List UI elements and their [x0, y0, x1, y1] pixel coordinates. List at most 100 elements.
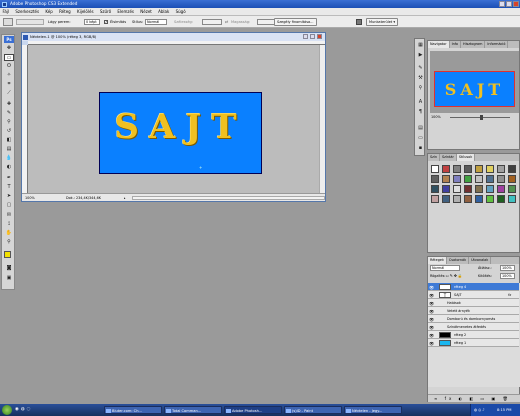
doc-size-readout[interactable]: Dok.: 234,4K/344,6K	[66, 194, 101, 202]
fill-input[interactable]: 100%	[500, 273, 515, 279]
tab-layers[interactable]: Rétegek	[428, 257, 447, 264]
crop-tool-icon[interactable]: ⌗	[4, 81, 14, 88]
workspace-button[interactable]: Munkaterület ▾	[366, 18, 399, 26]
tab-channels[interactable]: Csatornák	[447, 257, 470, 264]
history-brush-icon[interactable]: ↺	[4, 128, 14, 135]
style-swatch[interactable]	[486, 195, 494, 203]
doc-minimize-button[interactable]	[303, 34, 308, 39]
navigator-preview[interactable]: SAJT	[430, 51, 519, 113]
style-swatch[interactable]	[508, 195, 516, 203]
layer-row[interactable]: 👁 T SAJT fx	[428, 291, 519, 299]
brushes-panel-icon[interactable]: ✎	[416, 65, 426, 72]
bridge-icon[interactable]	[356, 19, 362, 25]
taskbar-button[interactable]: Adobe Photosh...	[224, 406, 282, 414]
navigator-view-box[interactable]: SAJT	[434, 71, 515, 107]
style-select[interactable]: Normál	[145, 19, 167, 25]
brush-tool-icon[interactable]: ✎	[4, 110, 14, 117]
feather-input[interactable]: 0 képt	[84, 19, 100, 25]
visibility-eye-icon[interactable]: 👁	[429, 285, 434, 290]
lasso-tool-icon[interactable]: ʘ	[4, 63, 14, 70]
style-swatch[interactable]	[464, 185, 472, 193]
move-tool-icon[interactable]: ✥	[4, 45, 14, 52]
dodge-tool-icon[interactable]: ◐	[4, 164, 14, 171]
tab-histogram[interactable]: Hisztogram	[461, 41, 486, 48]
layer-row[interactable]: 👁 réteg 2	[428, 331, 519, 339]
width-input[interactable]	[202, 19, 222, 25]
style-swatch[interactable]	[486, 185, 494, 193]
style-swatch[interactable]	[442, 175, 450, 183]
menu-help[interactable]: Súgó	[176, 9, 186, 14]
style-swatch[interactable]	[475, 165, 483, 173]
layer-effect-row[interactable]: 👁 Vetett árnyék	[428, 307, 519, 315]
style-swatch[interactable]	[475, 175, 483, 183]
style-swatch[interactable]	[497, 175, 505, 183]
tray-icons[interactable]: ◍◎♪	[474, 404, 486, 416]
style-swatch[interactable]	[497, 195, 505, 203]
pen-tool-icon[interactable]: ✒	[4, 175, 14, 182]
tab-information[interactable]: Információ	[485, 41, 509, 48]
start-button[interactable]	[2, 405, 12, 415]
menu-select[interactable]: Kijelölés	[77, 9, 94, 14]
maximize-button[interactable]	[506, 1, 512, 7]
menu-view[interactable]: Nézet	[140, 9, 152, 14]
visibility-eye-icon[interactable]: 👁	[429, 293, 434, 298]
foreground-color-swatch[interactable]	[4, 251, 11, 258]
vertical-scrollbar[interactable]	[319, 45, 325, 193]
style-swatch[interactable]	[431, 185, 439, 193]
opacity-input[interactable]: 100%	[500, 265, 515, 271]
type-tool-icon[interactable]: T	[4, 184, 14, 191]
style-swatch[interactable]	[508, 175, 516, 183]
menu-image[interactable]: Kép	[45, 9, 52, 14]
zoom-readout[interactable]: 100%	[25, 194, 35, 202]
tab-navigator[interactable]: Navigator	[428, 41, 450, 48]
style-swatch[interactable]	[475, 185, 483, 193]
eraser-tool-icon[interactable]: ◧	[4, 137, 14, 144]
visibility-eye-icon[interactable]: 👁	[429, 333, 434, 338]
tab-swatches[interactable]: Színtár	[440, 154, 457, 161]
style-swatch[interactable]	[431, 195, 439, 203]
blur-tool-icon[interactable]: 💧	[4, 155, 14, 162]
style-swatch[interactable]	[453, 165, 461, 173]
taskbar-button[interactable]: Névtelen - Jegy...	[344, 406, 402, 414]
style-swatch[interactable]	[464, 195, 472, 203]
style-swatch[interactable]	[442, 195, 450, 203]
path-select-icon[interactable]: ➤	[4, 193, 14, 200]
menu-analysis[interactable]: Elemzés	[117, 9, 134, 14]
tab-styles[interactable]: Stílusok	[456, 154, 476, 161]
measure-panel-icon[interactable]: ▪	[416, 145, 426, 152]
style-swatch[interactable]	[486, 175, 494, 183]
ps-logo-icon[interactable]: Ps	[4, 36, 14, 43]
taskbar-button[interactable]: (s)ID - Paint	[284, 406, 342, 414]
history-panel-icon[interactable]: ▦	[416, 42, 426, 49]
hand-tool-icon[interactable]: ✋	[4, 230, 14, 237]
tab-paths[interactable]: Útvonalak	[469, 257, 492, 264]
layer-comps-icon[interactable]: ▤	[416, 125, 426, 132]
visibility-eye-icon[interactable]: 👁	[429, 341, 434, 346]
tab-color[interactable]: Szín	[428, 154, 441, 161]
style-swatch[interactable]	[486, 165, 494, 173]
style-swatch[interactable]	[464, 175, 472, 183]
character-panel-icon[interactable]: A	[416, 99, 426, 106]
shape-tool-icon[interactable]: ▢	[4, 202, 14, 209]
notes-tool-icon[interactable]: ✉	[4, 212, 14, 219]
style-swatch[interactable]	[464, 165, 472, 173]
visibility-eye-icon[interactable]: 👁	[429, 309, 434, 314]
clone-source-icon[interactable]: ⚲	[416, 85, 426, 92]
style-swatch[interactable]	[431, 165, 439, 173]
menu-window[interactable]: Ablak	[158, 9, 169, 14]
menu-layer[interactable]: Réteg	[59, 9, 71, 14]
close-button[interactable]	[513, 1, 519, 7]
paragraph-panel-icon[interactable]: ¶	[416, 109, 426, 116]
style-swatch[interactable]	[453, 185, 461, 193]
menu-edit[interactable]: Szerkesztés	[15, 9, 39, 14]
layer-fx-badge[interactable]: fx	[508, 291, 511, 299]
canvas-area[interactable]: SAJT +	[28, 45, 319, 193]
style-swatch[interactable]	[453, 175, 461, 183]
style-swatch[interactable]	[497, 165, 505, 173]
style-swatch[interactable]	[442, 185, 450, 193]
minimize-button[interactable]	[499, 1, 505, 7]
marquee-tool-preset-icon[interactable]	[3, 18, 13, 26]
layer-effect-row[interactable]: 👁 Hatások	[428, 299, 519, 307]
taskbar-button[interactable]: Total Comman...	[164, 406, 222, 414]
actions-panel-icon[interactable]: ▶	[416, 52, 426, 59]
